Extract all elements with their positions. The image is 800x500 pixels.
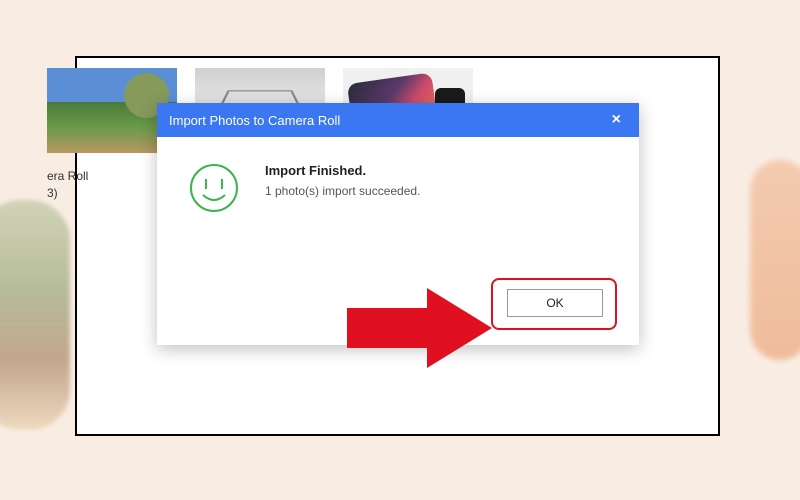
dialog-body: Import Finished. 1 photo(s) import succe… [157, 137, 639, 239]
message-subtitle: 1 photo(s) import succeeded. [265, 184, 420, 198]
ok-button[interactable]: OK [507, 289, 603, 317]
dialog-title: Import Photos to Camera Roll [169, 113, 340, 128]
folder-name: era Roll [47, 168, 88, 185]
success-smiley-icon [187, 161, 241, 215]
message-title: Import Finished. [265, 163, 420, 178]
folder-info: era Roll 3) [47, 168, 88, 202]
main-window-frame: era Roll 3) Import Photos to Camera Roll… [75, 56, 720, 436]
decorative-brush-left [0, 200, 70, 430]
dialog-titlebar: Import Photos to Camera Roll × [157, 103, 639, 137]
import-dialog: Import Photos to Camera Roll × Import Fi… [157, 103, 639, 345]
close-button[interactable]: × [606, 111, 627, 129]
decorative-brush-right [750, 160, 800, 360]
folder-count: 3) [47, 185, 88, 202]
dialog-message: Import Finished. 1 photo(s) import succe… [265, 161, 420, 198]
